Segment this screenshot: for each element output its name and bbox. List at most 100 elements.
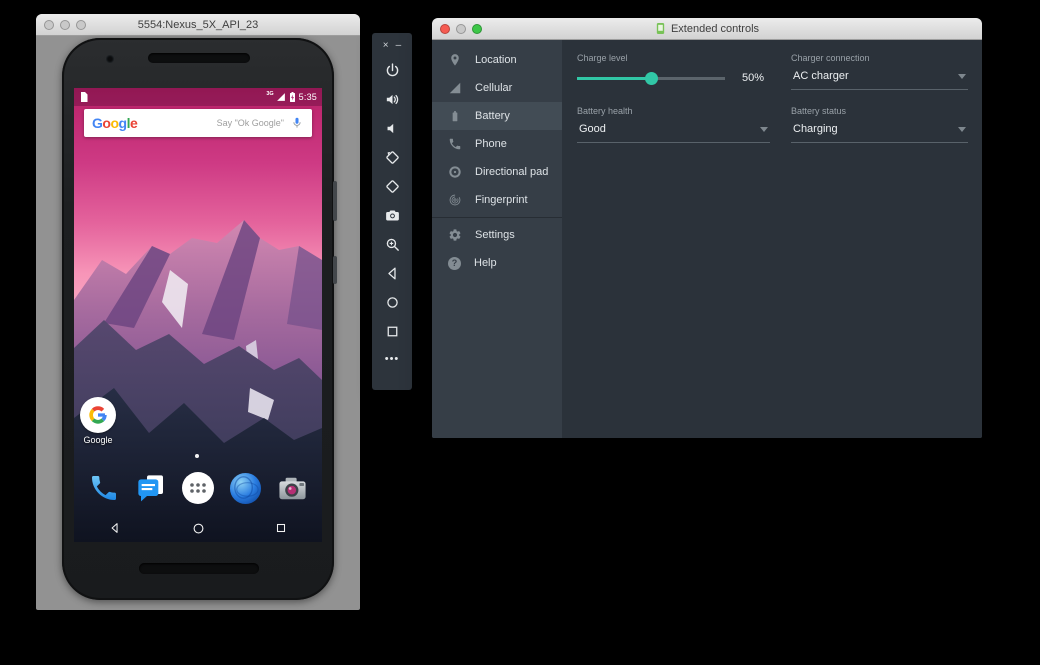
- help-icon: ?: [448, 257, 461, 270]
- volume-down-button[interactable]: [376, 114, 408, 143]
- battery-status-label: Battery status: [791, 106, 968, 116]
- android-nav-bar: [74, 518, 322, 538]
- emulator-toolbar: × –: [372, 33, 412, 390]
- phone-power-button: [333, 181, 337, 221]
- phone-icon: [448, 137, 462, 151]
- overview-button[interactable]: [376, 317, 408, 346]
- google-logo: Google: [92, 115, 137, 131]
- overview-nav-button[interactable]: [274, 521, 288, 535]
- camera-app-icon[interactable]: [274, 470, 310, 506]
- battery-health-dropdown[interactable]: Good: [577, 123, 770, 143]
- sidebar-item-directional-pad[interactable]: Directional pad: [432, 158, 562, 186]
- charger-connection-field: Charger connection AC charger: [791, 53, 968, 90]
- folder-label: Google: [74, 435, 128, 445]
- browser-app-icon[interactable]: [227, 470, 263, 506]
- cellular-signal-icon: [448, 81, 462, 95]
- back-nav-button[interactable]: [108, 521, 122, 535]
- battery-health-label: Battery health: [577, 106, 770, 116]
- dpad-icon: [448, 165, 462, 179]
- battery-icon: [448, 109, 462, 123]
- zoom-button[interactable]: [376, 230, 408, 259]
- sidebar-item-cellular[interactable]: Cellular: [432, 74, 562, 102]
- zoom-window-button[interactable]: [472, 24, 482, 34]
- chevron-down-icon: [958, 127, 966, 132]
- toolbar-close-button[interactable]: ×: [383, 41, 389, 51]
- google-search-bar[interactable]: Google Say "Ok Google": [84, 109, 312, 137]
- extended-controls-sidebar: Location Cellular Battery: [432, 40, 562, 438]
- magnifier-plus-icon: [384, 236, 401, 253]
- sidebar-item-location[interactable]: Location: [432, 46, 562, 74]
- charge-level-field: Charge level 50%: [577, 53, 770, 90]
- more-options-button[interactable]: •••: [385, 346, 400, 372]
- volume-up-button[interactable]: [376, 85, 408, 114]
- battery-status-value: Charging: [793, 123, 954, 135]
- dock: [74, 469, 322, 507]
- messenger-app-icon[interactable]: [133, 470, 169, 506]
- phone-screen[interactable]: 3G 5:35 Google Sa: [74, 88, 322, 542]
- extended-controls-window: Extended controls Location Cellular: [432, 18, 982, 438]
- google-folder[interactable]: [80, 397, 116, 433]
- signal-strength-icon: [276, 92, 286, 102]
- close-window-button[interactable]: [44, 20, 54, 30]
- charge-level-label: Charge level: [577, 53, 770, 63]
- minimize-window-button[interactable]: [456, 24, 466, 34]
- search-hint-text: Say "Ok Google": [217, 118, 284, 128]
- emulator-titlebar: 5554:Nexus_5X_API_23: [36, 14, 360, 36]
- network-type-label: 3G: [266, 91, 273, 97]
- power-icon: [384, 62, 401, 79]
- notification-icon: [79, 91, 89, 103]
- volume-up-icon: [384, 91, 401, 108]
- extended-controls-titlebar: Extended controls: [432, 18, 982, 40]
- charge-level-value: 50%: [725, 72, 770, 84]
- clock-label: 5:35: [299, 92, 317, 102]
- battery-health-value: Good: [579, 123, 756, 135]
- close-window-button[interactable]: [440, 24, 450, 34]
- toolbar-minimize-button[interactable]: –: [396, 41, 402, 51]
- home-nav-button[interactable]: [191, 521, 206, 536]
- volume-down-icon: [384, 120, 401, 137]
- microphone-icon[interactable]: [290, 116, 304, 130]
- android-status-bar: 3G 5:35: [74, 88, 322, 106]
- back-button[interactable]: [376, 259, 408, 288]
- chevron-down-icon: [958, 74, 966, 79]
- battery-status-dropdown[interactable]: Charging: [791, 123, 968, 143]
- emulator-window: 5554:Nexus_5X_API_23: [36, 14, 360, 610]
- camera-icon: [384, 207, 401, 224]
- battery-health-field: Battery health Good: [577, 106, 770, 143]
- battery-charging-icon: [289, 91, 296, 103]
- minimize-window-button[interactable]: [60, 20, 70, 30]
- rotate-left-button[interactable]: [376, 143, 408, 172]
- earpiece-speaker: [148, 53, 250, 63]
- chevron-down-icon: [760, 127, 768, 132]
- sidebar-item-fingerprint[interactable]: Fingerprint: [432, 186, 562, 214]
- power-button[interactable]: [376, 56, 408, 85]
- screenshot-button[interactable]: [376, 201, 408, 230]
- home-button[interactable]: [376, 288, 408, 317]
- zoom-window-button[interactable]: [76, 20, 86, 30]
- charge-slider-thumb[interactable]: [645, 72, 658, 85]
- charger-connection-dropdown[interactable]: AC charger: [791, 70, 968, 90]
- phone-device-frame: 3G 5:35 Google Sa: [62, 38, 334, 600]
- sidebar-item-phone[interactable]: Phone: [432, 130, 562, 158]
- charge-level-slider[interactable]: [577, 71, 725, 85]
- rotate-left-icon: [384, 149, 401, 166]
- back-triangle-icon: [384, 265, 401, 282]
- sidebar-item-battery[interactable]: Battery: [432, 102, 562, 130]
- desktop: 5554:Nexus_5X_API_23: [0, 0, 1040, 665]
- dialer-app-icon[interactable]: [86, 470, 122, 506]
- sidebar-divider: [432, 217, 562, 218]
- sidebar-item-settings[interactable]: Settings: [432, 221, 562, 249]
- bottom-speaker: [139, 563, 259, 574]
- overview-square-icon: [384, 323, 401, 340]
- battery-panel: Charge level 50% Charger connection: [562, 40, 982, 438]
- front-camera-dot: [106, 55, 114, 63]
- page-indicator-dot: [195, 454, 199, 458]
- charger-connection-value: AC charger: [793, 70, 954, 82]
- app-drawer-icon[interactable]: [180, 470, 216, 506]
- charge-slider-fill: [577, 77, 651, 80]
- android-avd-icon: [655, 22, 666, 35]
- settings-gear-icon: [448, 228, 462, 242]
- rotate-right-button[interactable]: [376, 172, 408, 201]
- google-g-icon: [87, 404, 109, 426]
- sidebar-item-help[interactable]: ? Help: [432, 249, 562, 277]
